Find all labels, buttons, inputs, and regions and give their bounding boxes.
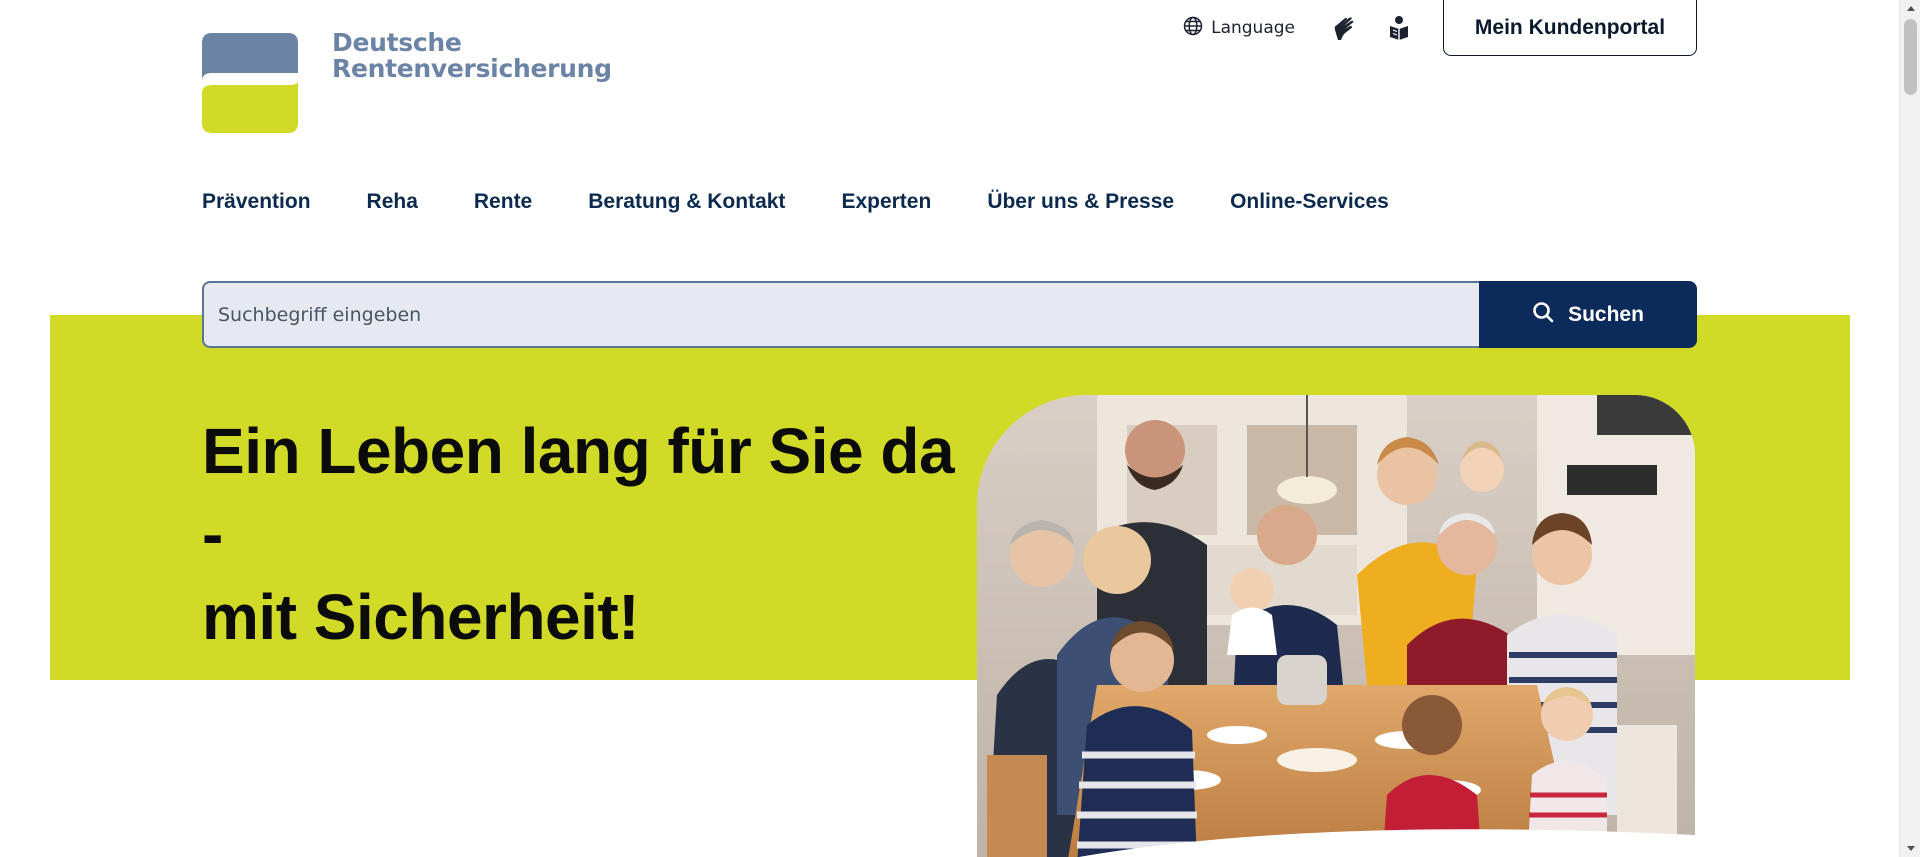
nav-item-online-services[interactable]: Online-Services: [1230, 190, 1389, 214]
hero-headline: Ein Leben lang für Sie da - mit Sicherhe…: [202, 410, 962, 659]
search-button[interactable]: Suchen: [1479, 281, 1697, 348]
scroll-up-icon[interactable]: [1900, 0, 1920, 17]
hero-headline-line-2: mit Sicherheit!: [202, 581, 640, 653]
nav-item-experten[interactable]: Experten: [841, 190, 931, 214]
site-logo[interactable]: Deutsche Rentenversicherung: [202, 30, 612, 133]
search-input[interactable]: Suchbegriff eingeben: [202, 281, 1479, 348]
nav-item-reha[interactable]: Reha: [367, 190, 418, 214]
main-nav: Prävention Reha Rente Beratung & Kontakt…: [202, 190, 1445, 214]
language-label: Language: [1211, 18, 1295, 38]
nav-item-beratung-kontakt[interactable]: Beratung & Kontakt: [588, 190, 785, 214]
nav-item-ueber-uns-presse[interactable]: Über uns & Presse: [987, 190, 1174, 214]
search-button-label: Suchen: [1568, 302, 1644, 326]
nav-item-rente[interactable]: Rente: [474, 190, 532, 214]
hero-headline-line-1: Ein Leben lang für Sie da -: [202, 415, 955, 570]
customer-portal-button[interactable]: Mein Kundenportal: [1443, 0, 1697, 56]
logo-line-2: Rentenversicherung: [332, 54, 612, 83]
easy-language-icon[interactable]: [1387, 16, 1411, 40]
nav-item-praevention[interactable]: Prävention: [202, 190, 311, 214]
search-icon: [1532, 301, 1554, 329]
language-switcher[interactable]: Language: [1183, 16, 1295, 41]
logo-text: Deutsche Rentenversicherung: [332, 30, 612, 82]
globe-icon: [1183, 16, 1203, 41]
logo-mark-icon: [202, 33, 298, 133]
utility-bar: Language Mein Kundenportal: [1183, 0, 1697, 56]
search-bar: Suchbegriff eingeben Suchen: [202, 281, 1697, 348]
page-scrollbar[interactable]: [1899, 0, 1920, 857]
scroll-down-icon[interactable]: [1900, 840, 1920, 857]
sign-language-icon[interactable]: [1331, 16, 1355, 40]
hero-family-photo: [977, 395, 1695, 857]
logo-line-1: Deutsche: [332, 28, 462, 57]
scrollbar-thumb[interactable]: [1904, 19, 1917, 95]
